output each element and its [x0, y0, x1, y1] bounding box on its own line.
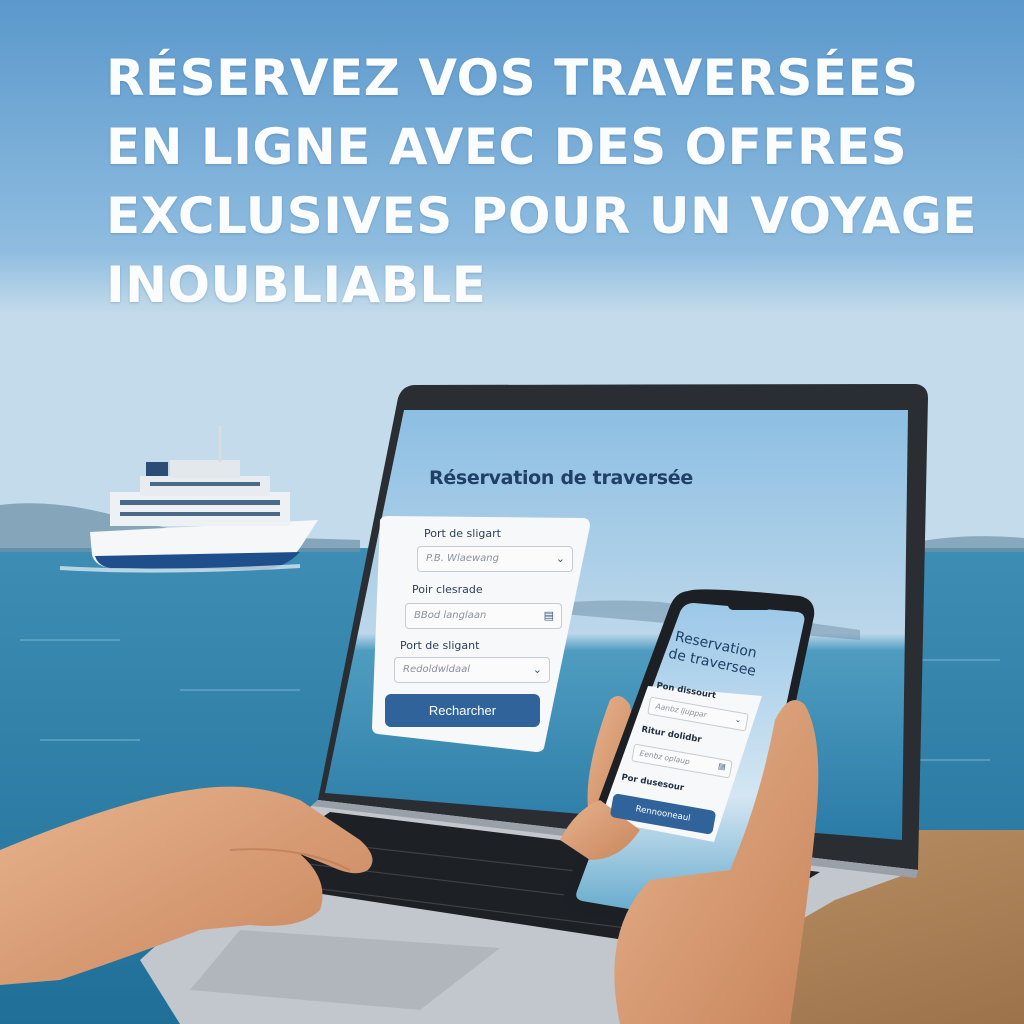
headline-line-3: EXCLUSIVES POUR UN VOYAGE — [106, 187, 978, 245]
field-label-arrival: Port de sligant — [400, 639, 480, 652]
headline: RÉSERVEZ VOS TRAVERSÉES EN LIGNE AVEC DE… — [106, 44, 986, 320]
arrival-port-placeholder: Redoldwldaal — [403, 664, 471, 675]
field-label-departure: Port de sligart — [424, 527, 501, 540]
departure-port-placeholder: P.B. Wlaewang — [426, 553, 499, 564]
phone-departure-placeholder: Aanbz ljuppar — [654, 701, 708, 720]
calendar-icon: ▤ — [543, 609, 554, 622]
headline-line-4: INOUBLIABLE — [106, 256, 487, 314]
arrival-port-select[interactable]: Redoldwldaal ⌄ — [394, 657, 550, 683]
date-field[interactable]: BBod langlaan ▤ — [405, 603, 562, 629]
headline-line-1: RÉSERVEZ VOS TRAVERSÉES — [106, 49, 919, 107]
laptop-form-title: Réservation de traversée — [429, 467, 693, 489]
headline-line-2: EN LIGNE AVEC DES OFFRES — [106, 118, 908, 176]
chevron-down-icon: ⌄ — [555, 552, 565, 565]
date-placeholder: BBod langlaan — [414, 610, 487, 621]
field-label-date: Poir clesrade — [412, 583, 483, 596]
departure-port-select[interactable]: P.B. Wlaewang ⌄ — [417, 546, 573, 572]
chevron-down-icon: ⌄ — [532, 663, 542, 676]
search-button[interactable]: Recharcher — [385, 694, 540, 727]
calendar-icon: ▤ — [717, 761, 727, 772]
phone-date-placeholder: Eenbz oplaup — [638, 748, 691, 767]
chevron-down-icon: ⌄ — [734, 714, 743, 725]
